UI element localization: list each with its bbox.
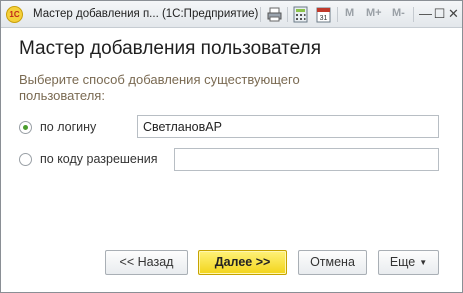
- cancel-button[interactable]: Отмена: [298, 250, 367, 275]
- 1c-logo-icon: 1С: [6, 6, 23, 23]
- radio-option-permission-code[interactable]: по коду разрешения: [19, 149, 169, 171]
- toolbar-separator: [287, 7, 288, 22]
- next-button[interactable]: Далее >>: [198, 250, 287, 275]
- calculator-icon[interactable]: [292, 6, 309, 23]
- maximize-icon[interactable]: ☐: [432, 6, 447, 21]
- more-button[interactable]: Еще ▼: [378, 250, 439, 275]
- prompt-text: Выберите способ добавления существующего…: [19, 72, 300, 103]
- wizard-window: 1С Мастер добавления п... (1С:Предприяти…: [0, 0, 463, 293]
- radio-label-login: по логину: [40, 120, 97, 134]
- back-button[interactable]: << Назад: [105, 250, 188, 275]
- svg-text:31: 31: [320, 15, 328, 22]
- toolbar-separator: [260, 7, 261, 22]
- memory-add-button[interactable]: M+: [366, 7, 382, 19]
- minimize-icon[interactable]: —: [418, 6, 433, 21]
- radio-label-permission-code: по коду разрешения: [40, 152, 158, 166]
- title-bar: 1С Мастер добавления п... (1С:Предприяти…: [1, 1, 462, 28]
- memory-button[interactable]: M: [345, 7, 354, 19]
- toolbar-separator: [413, 7, 414, 22]
- chevron-down-icon: ▼: [419, 258, 428, 267]
- print-icon[interactable]: [266, 6, 283, 23]
- memory-subtract-button[interactable]: M-: [392, 7, 405, 19]
- radio-button-permission-code[interactable]: [19, 153, 32, 166]
- window-title: Мастер добавления п... (1С:Предприятие): [33, 8, 258, 20]
- radio-button-login[interactable]: [19, 121, 32, 134]
- toolbar-separator: [337, 7, 338, 22]
- radio-option-login[interactable]: по логину: [19, 117, 129, 139]
- close-icon[interactable]: ✕: [446, 6, 461, 21]
- calendar-icon[interactable]: 31: [315, 6, 332, 23]
- dialog-title: Мастер добавления пользователя: [19, 38, 321, 59]
- permission-code-input[interactable]: [174, 148, 439, 171]
- login-input[interactable]: [137, 115, 439, 138]
- more-button-label: Еще: [389, 255, 416, 269]
